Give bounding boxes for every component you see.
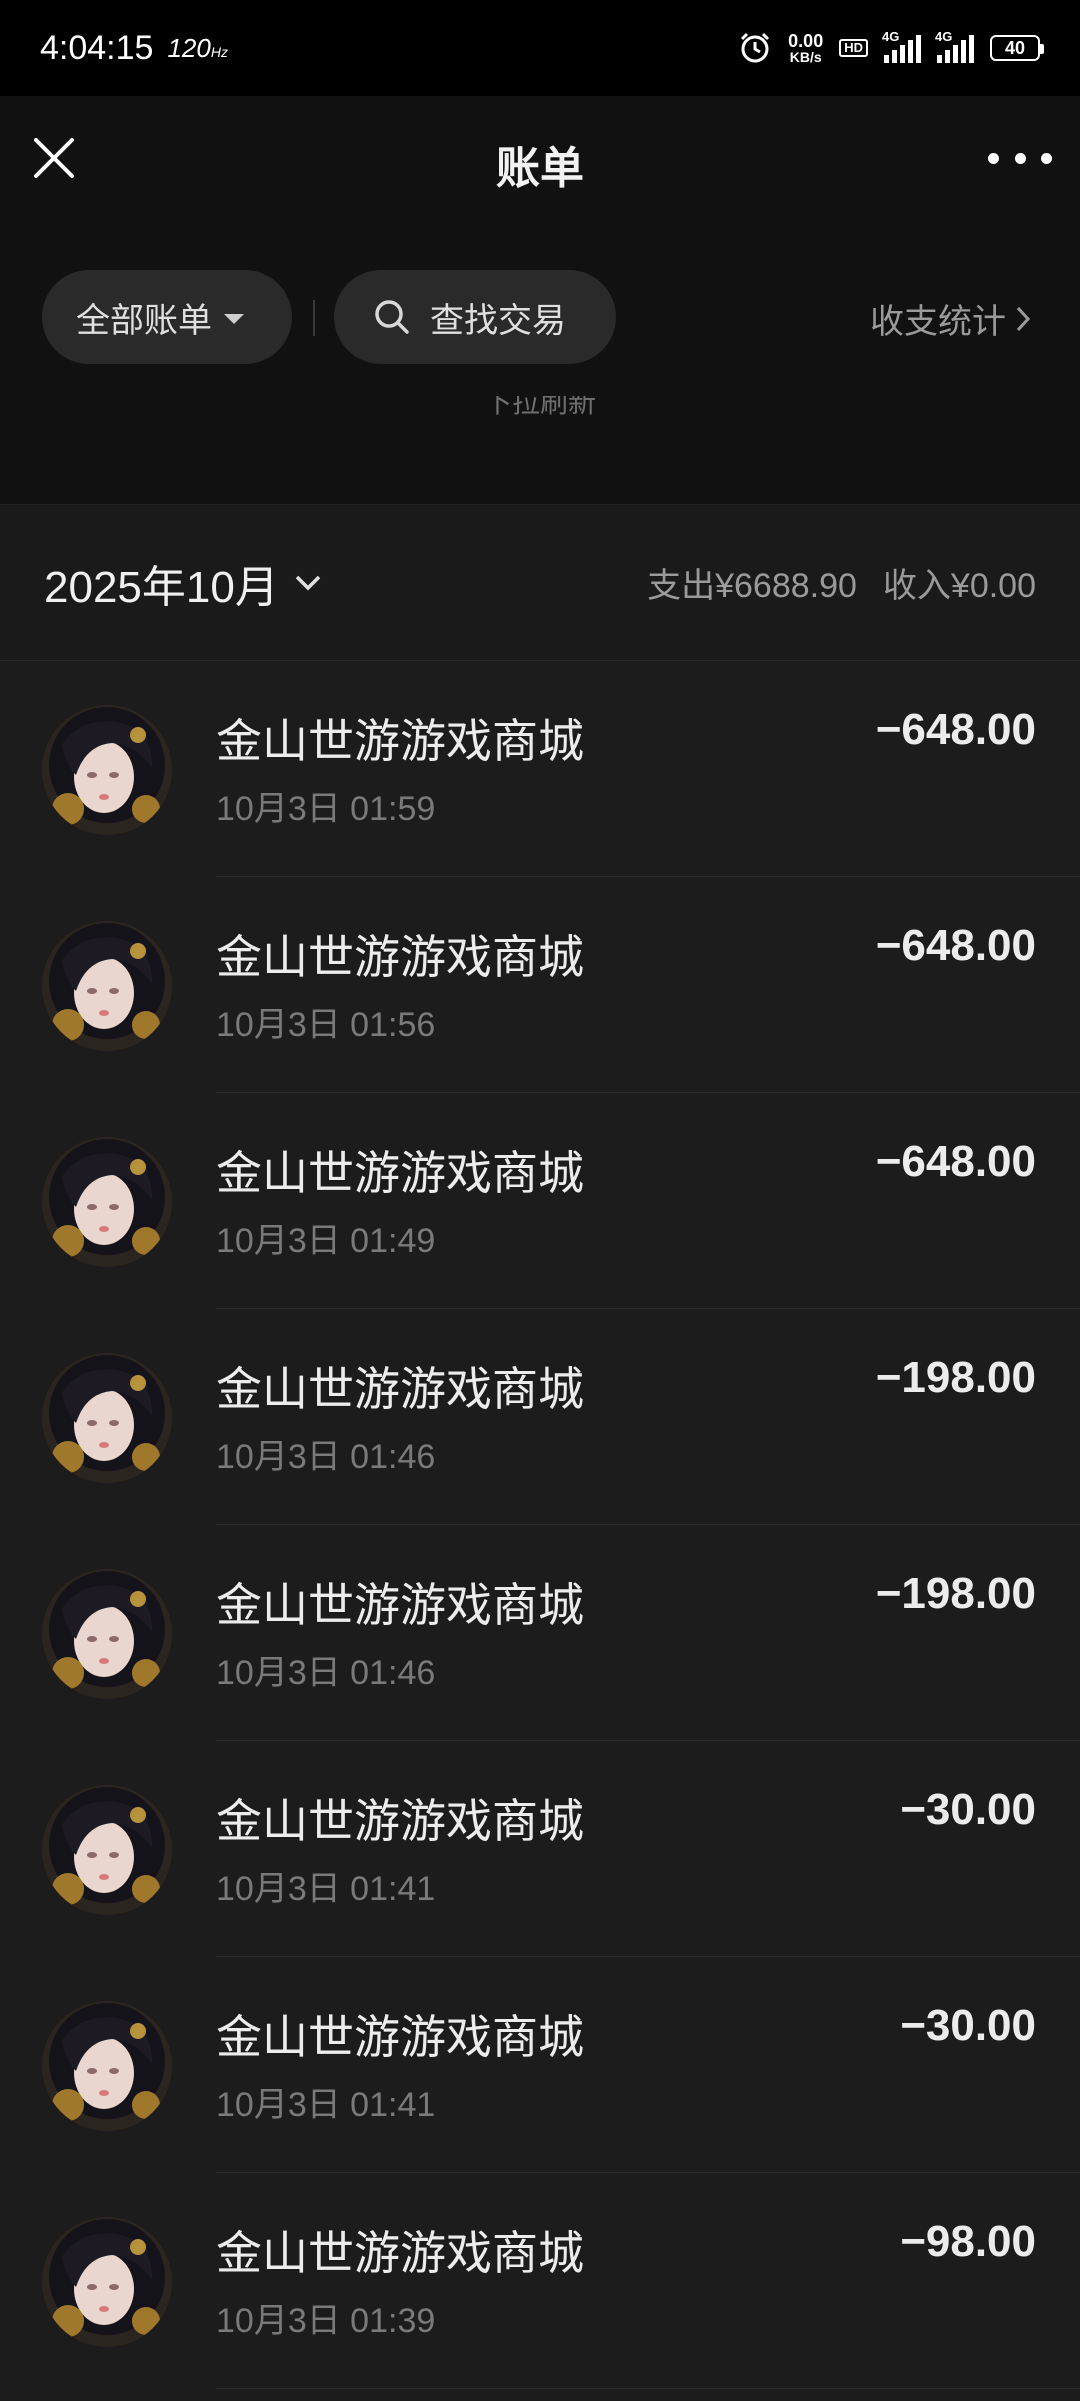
battery-level: 40 (1004, 37, 1026, 58)
net-speed-value: 0.00 (788, 31, 824, 51)
transaction-amount: −648.00 (875, 1137, 1036, 1186)
transaction-list: 金山世游游戏商城 10月3日 01:59 −648.00 金山世游游戏商城 10… (0, 660, 1080, 2401)
merchant-avatar (42, 705, 172, 835)
refresh-rate-value: 120 (167, 32, 211, 63)
page-title: 账单 (496, 144, 584, 193)
transaction-row[interactable]: 金山世游游戏商城 10月3日 01:39 −98.00 (0, 2173, 1080, 2389)
transaction-merchant: 金山世游游戏商城 (216, 1363, 584, 1415)
merchant-avatar (42, 2217, 172, 2347)
merchant-avatar (42, 1569, 172, 1699)
transaction-merchant: 金山世游游戏商城 (216, 1795, 584, 1847)
all-bills-label: 全部账单 (76, 301, 212, 340)
search-label: 查找交易 (430, 301, 566, 340)
refresh-rate-indicator: 120Hz (167, 33, 228, 64)
transaction-merchant: 金山世游游戏商城 (216, 2227, 584, 2279)
month-header: 2025年10月 支出¥6688.90 收入¥0.00 (0, 504, 1080, 660)
transaction-time: 10月3日 01:59 (216, 790, 436, 828)
filter-bar: 全部账单 查找交易 收支统计 (0, 226, 1080, 406)
transaction-time: 10月3日 01:41 (216, 1870, 436, 1908)
status-bar: 4:04:15 120Hz 0.00 KB/s HD 4G 4G 40 (0, 0, 1080, 96)
all-bills-dropdown[interactable]: 全部账单 (42, 270, 292, 364)
transaction-row[interactable]: 金山世游游戏商城 10月3日 01:41 −30.00 (0, 1957, 1080, 2173)
pull-to-refresh-hint: 下拉刷新 (483, 396, 596, 418)
transaction-time: 10月3日 01:56 (216, 1006, 436, 1044)
transaction-amount: −648.00 (875, 921, 1036, 970)
merchant-avatar (42, 921, 172, 1051)
transaction-merchant: 金山世游游戏商城 (216, 2011, 584, 2063)
merchant-avatar (42, 1353, 172, 1483)
alarm-icon (741, 32, 770, 63)
transaction-amount: −30.00 (900, 2001, 1036, 2050)
nav-header: 账单 (0, 96, 1080, 226)
transaction-merchant: 金山世游游戏商城 (216, 1579, 584, 1631)
transaction-row[interactable]: 金山世游游戏商城 10月3日 01:41 −30.00 (0, 1741, 1080, 1957)
status-bar-left: 4:04:15 120Hz (40, 29, 228, 68)
chevron-right-icon (1016, 306, 1031, 331)
month-income: 收入¥0.00 (882, 567, 1036, 605)
merchant-avatar (42, 1137, 172, 1267)
transaction-time: 10月3日 01:46 (216, 1438, 436, 1476)
status-time: 4:04:15 (40, 28, 154, 67)
transaction-merchant: 金山世游游戏商城 (216, 1147, 584, 1199)
stats-link[interactable]: 收支统计 (870, 294, 1032, 343)
merchant-avatar (42, 1785, 172, 1915)
transaction-merchant: 金山世游游戏商城 (216, 931, 584, 983)
transaction-amount: −30.00 (900, 1785, 1036, 1834)
transaction-time: 10月3日 01:49 (216, 1222, 436, 1260)
month-summary: 支出¥6688.90 收入¥0.00 (647, 558, 1036, 607)
chevron-down-icon (295, 575, 321, 590)
battery-icon: 40 (990, 35, 1044, 61)
transaction-row[interactable]: 金山世游游戏商城 10月3日 01:56 −648.00 (0, 877, 1080, 1093)
more-icon[interactable] (988, 146, 1052, 170)
transaction-row[interactable]: 金山世游游戏商城 10月3日 01:59 −648.00 (0, 661, 1080, 877)
search-icon (375, 300, 409, 334)
transaction-row[interactable]: 金山世游游戏商城 10月3日 01:46 −198.00 (0, 1309, 1080, 1525)
signal-icon-2: 4G (935, 29, 974, 63)
transaction-row[interactable]: 金山世游游戏商城 10月3日 01:46 −198.00 (0, 1525, 1080, 1741)
month-expense: 支出¥6688.90 (647, 567, 857, 605)
month-selector[interactable]: 2025年10月 (44, 551, 323, 615)
status-bar-right: 0.00 KB/s HD 4G 4G 40 (738, 29, 1044, 65)
network-type-1: 4G (882, 29, 900, 44)
transaction-merchant: 金山世游游戏商城 (216, 715, 584, 767)
merchant-avatar (42, 2001, 172, 2131)
transaction-amount: −198.00 (875, 1353, 1036, 1402)
stats-label: 收支统计 (870, 303, 1006, 341)
network-type-2: 4G (935, 29, 953, 44)
hd-voice-icon: HD (839, 39, 868, 57)
filter-divider (313, 300, 315, 336)
month-label: 2025年10月 (44, 562, 279, 612)
transaction-time: 10月3日 01:41 (216, 2086, 436, 2124)
transaction-amount: −98.00 (900, 2217, 1036, 2266)
refresh-rate-unit: Hz (210, 43, 228, 60)
search-transactions-button[interactable]: 查找交易 (334, 270, 616, 364)
transaction-amount: −198.00 (875, 1569, 1036, 1618)
transaction-time: 10月3日 01:39 (216, 2302, 436, 2340)
net-speed-indicator: 0.00 KB/s (788, 32, 823, 64)
transaction-amount: −648.00 (875, 705, 1036, 754)
signal-icon-1: 4G (882, 29, 921, 63)
net-speed-unit: KB/s (789, 49, 822, 65)
transaction-row[interactable]: 金山世游游戏商城 10月3日 01:49 −648.00 (0, 1093, 1080, 1309)
hd-label: HD (844, 40, 863, 55)
caret-down-icon (224, 314, 244, 324)
transaction-time: 10月3日 01:46 (216, 1654, 436, 1692)
